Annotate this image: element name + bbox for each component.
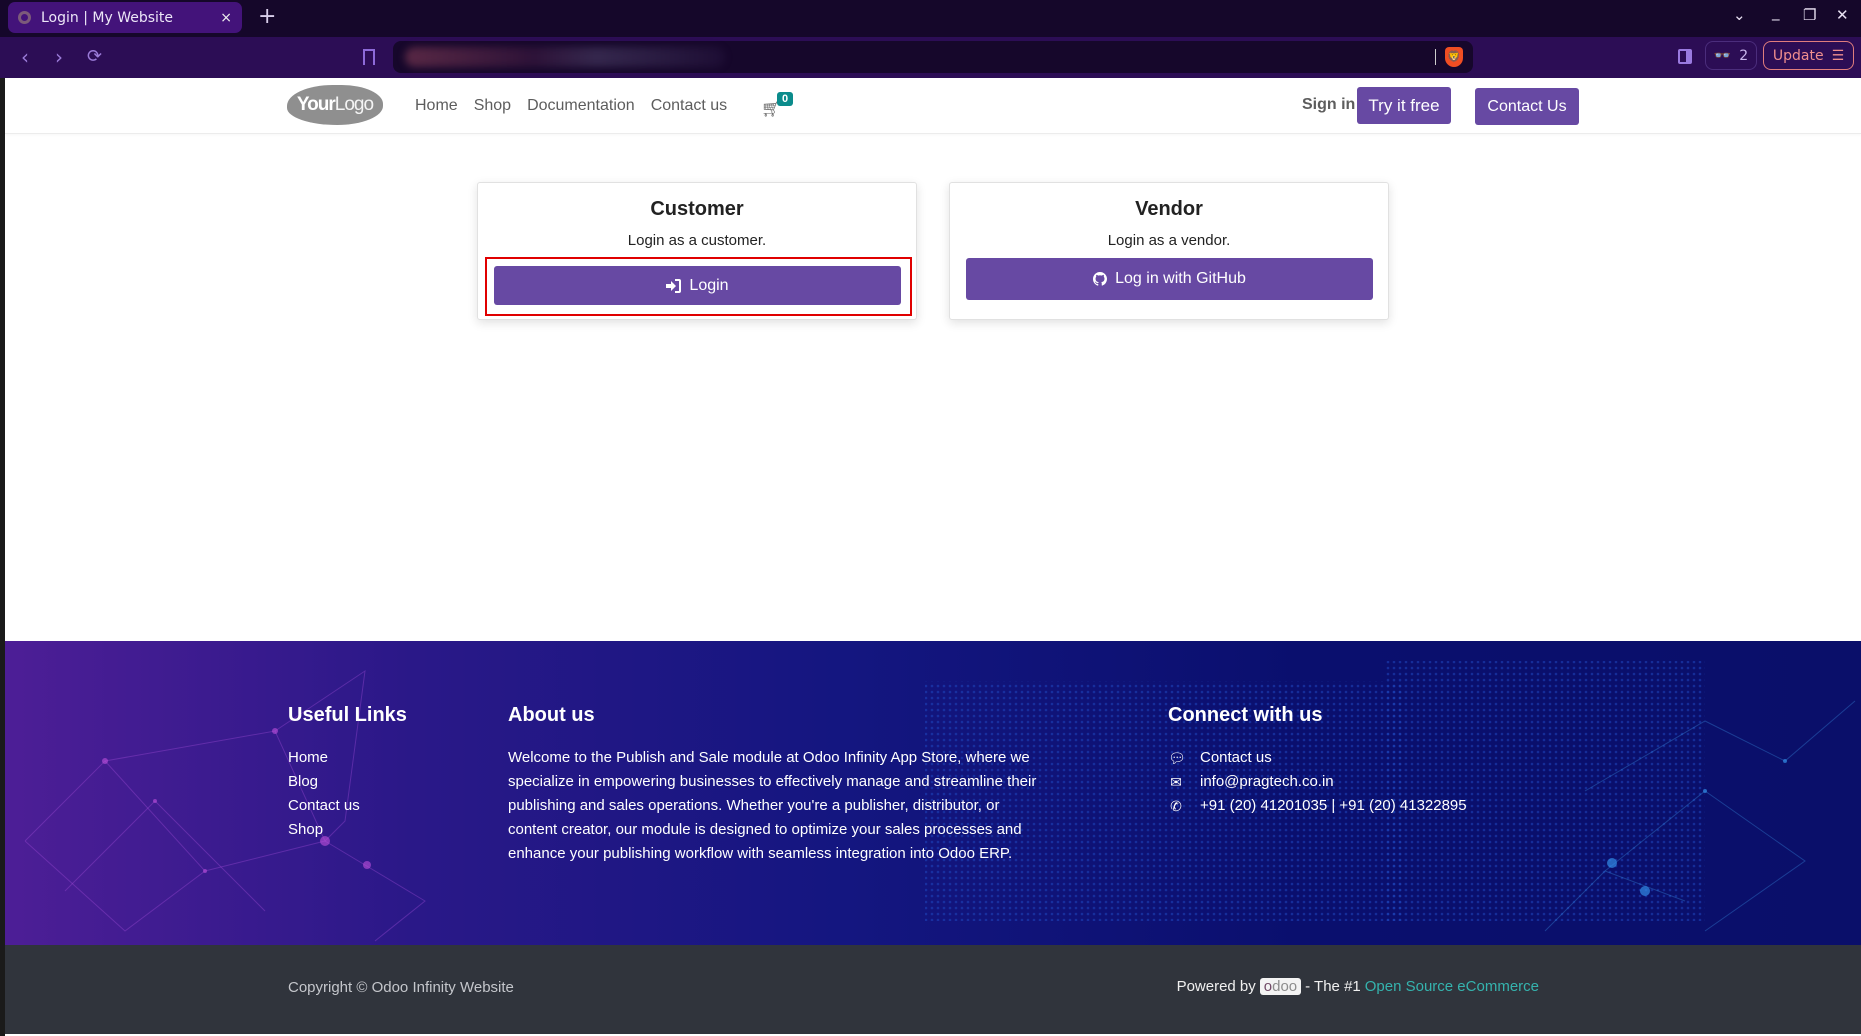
glasses-icon: 👓 [1713, 47, 1732, 64]
close-window-button[interactable]: ✕ [1836, 6, 1849, 24]
envelope-icon: ✉ [1170, 774, 1182, 790]
contact-us-button[interactable]: Contact Us [1475, 88, 1579, 125]
powered-by-label: Powered by [1176, 978, 1256, 995]
customer-login-button[interactable]: Login [494, 266, 901, 305]
tab-close-icon[interactable]: × [220, 10, 232, 26]
customer-card-subtitle: Login as a customer. [627, 232, 767, 249]
tab-title: Login | My Website [41, 9, 174, 26]
site-footer: Useful Links Home Blog Contact us Shop A… [5, 641, 1861, 945]
vendor-login-card: Vendor Login as a vendor. Log in with Gi… [949, 182, 1389, 320]
nav-documentation[interactable]: Documentation [527, 97, 635, 115]
new-tab-button[interactable]: + [258, 4, 276, 29]
restore-button[interactable]: ❐ [1803, 6, 1816, 24]
copyright-bar: Copyright © Odoo Infinity Website Powere… [5, 945, 1861, 1034]
cart-button[interactable]: 🛒︎ 0 [757, 92, 797, 122]
github-login-button[interactable]: Log in with GitHub [966, 258, 1373, 300]
browser-toolbar: ‹ › ⟳ 🦁 👓 2 Update ☰ [0, 37, 1861, 78]
footer-link-blog[interactable]: Blog [288, 770, 360, 794]
tab-list-icon[interactable]: ⌄ [1733, 6, 1746, 24]
site-header: Your Logo Home Shop Documentation Contact… [5, 78, 1861, 134]
open-source-ecommerce-link[interactable]: Open Source eCommerce [1365, 978, 1539, 995]
github-login-label: Log in with GitHub [1115, 270, 1246, 287]
connect-list: 💬︎ Contact us ✉ info@pragtech.co.in ✆ +9… [1168, 746, 1467, 818]
comment-icon: 💬︎ [1168, 750, 1186, 766]
customer-login-label: Login [689, 276, 729, 294]
connect-contact-link[interactable]: Contact us [1200, 746, 1272, 770]
tagline-text: - The #1 [1305, 978, 1361, 995]
reload-button[interactable]: ⟳ [87, 46, 102, 67]
browser-tab-bar: Login | My Website × + ⌄ _ ❐ ✕ [0, 0, 1861, 37]
address-bar[interactable]: 🦁 [393, 41, 1473, 73]
back-button[interactable]: ‹ [21, 45, 29, 69]
github-icon [1093, 272, 1108, 286]
nav-home[interactable]: Home [415, 97, 458, 115]
site-logo[interactable]: Your Logo [287, 85, 383, 125]
update-label: Update [1772, 47, 1824, 64]
vendor-card-title: Vendor [1135, 198, 1203, 220]
sign-in-icon [666, 278, 682, 293]
odoo-logo[interactable]: odoo [1259, 978, 1302, 995]
customer-login-card: Customer Login as a customer. Login [477, 182, 917, 320]
powered-by: Powered by odoo - The #1 Open Source eCo… [1177, 978, 1539, 995]
about-us-title: About us [508, 704, 595, 726]
nav-shop[interactable]: Shop [474, 97, 511, 115]
vendor-card-subtitle: Login as a vendor. [1107, 232, 1231, 249]
footer-link-contact-us[interactable]: Contact us [288, 794, 360, 818]
try-it-free-button[interactable]: Try it free [1357, 87, 1451, 124]
useful-links-list: Home Blog Contact us Shop [288, 746, 360, 842]
forward-button[interactable]: › [55, 45, 63, 69]
about-us-text: Welcome to the Publish and Sale module a… [508, 749, 1037, 862]
private-window-indicator[interactable]: 👓 2 [1705, 41, 1757, 70]
sidebar-toggle-icon[interactable] [1678, 49, 1692, 64]
web-page: Your Logo Home Shop Documentation Contact… [5, 78, 1861, 1036]
browser-tab[interactable]: Login | My Website × [8, 2, 242, 33]
favicon-icon [18, 11, 31, 24]
connect-item-contact: 💬︎ Contact us [1168, 746, 1467, 770]
nav-contact-us[interactable]: Contact us [651, 97, 727, 115]
main-nav: Home Shop Documentation Contact us [415, 78, 727, 134]
brave-shields-icon[interactable]: 🦁 [1445, 47, 1463, 67]
connect-email-link[interactable]: info@pragtech.co.in [1200, 770, 1334, 794]
url-text-blurred [405, 47, 725, 67]
bookmark-icon[interactable] [363, 49, 375, 65]
address-bar-divider [1435, 49, 1436, 65]
connect-phone-text: +91 (20) 41201035 | +91 (20) 41322895 [1200, 797, 1467, 814]
footer-link-home[interactable]: Home [288, 746, 360, 770]
connect-title: Connect with us [1168, 704, 1323, 726]
sign-in-link[interactable]: Sign in [1302, 96, 1355, 114]
copyright-text: Copyright © Odoo Infinity Website [288, 979, 514, 996]
menu-icon: ☰ [1831, 47, 1845, 64]
update-button[interactable]: Update ☰ [1763, 41, 1854, 70]
phone-icon: ✆ [1170, 798, 1182, 814]
useful-links-title: Useful Links [288, 704, 407, 726]
customer-card-title: Customer [650, 198, 744, 220]
minimize-button[interactable]: _ [1772, 3, 1780, 21]
footer-link-shop[interactable]: Shop [288, 818, 360, 842]
connect-item-phone: ✆ +91 (20) 41201035 | +91 (20) 41322895 [1168, 794, 1467, 818]
connect-item-email: ✉ info@pragtech.co.in [1168, 770, 1467, 794]
private-window-count: 2 [1739, 47, 1749, 64]
cart-count-badge: 0 [777, 92, 794, 106]
